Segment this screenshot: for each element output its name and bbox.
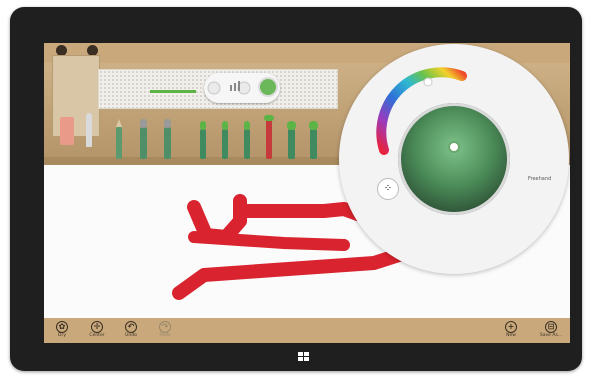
bottom-app-bar: ✿ Dry ✛ Center ↶ Undo ↷ Redo + New ⊟ Sav… [44, 318, 570, 343]
undo-label: Undo [125, 333, 137, 338]
brush-size-slider-track[interactable] [150, 90, 196, 93]
saturation-brightness-picker[interactable] [398, 103, 510, 215]
undo-icon: ↶ [125, 321, 137, 333]
save-as-label: Save As... [539, 333, 563, 338]
pen-tool-1 [116, 119, 122, 159]
brush-tool-6 [287, 121, 296, 159]
palette-button[interactable]: ⁘ [377, 178, 399, 200]
color-picker-knob[interactable] [448, 141, 460, 153]
dry-icon: ✿ [56, 321, 68, 333]
brush-settings-controls [207, 77, 278, 97]
undo-button[interactable]: ↶ Undo [116, 321, 146, 343]
save-as-button[interactable]: ⊟ Save As... [533, 321, 569, 343]
brush-tool-7 [309, 121, 318, 159]
brush-tool-1 [140, 119, 147, 159]
freehand-toggle[interactable]: Freehand [528, 176, 551, 182]
new-icon: + [505, 321, 517, 333]
brush-tool-2 [164, 119, 171, 159]
brush-tool-3 [200, 121, 206, 159]
center-label: Center [89, 333, 105, 338]
pencil-tool[interactable] [86, 113, 92, 147]
redo-button[interactable]: ↷ Redo [150, 321, 180, 343]
brush-tool-5 [244, 121, 250, 159]
brush-tool-selected [264, 115, 274, 159]
dry-button[interactable]: ✿ Dry [47, 321, 77, 343]
dry-label: Dry [58, 333, 66, 338]
brush-settings-panel[interactable] [204, 73, 280, 103]
brush-tool-4 [222, 121, 228, 159]
redo-label: Redo [159, 333, 171, 338]
brush-rack [116, 115, 318, 159]
new-label: New [506, 333, 516, 338]
center-icon: ✛ [91, 321, 103, 333]
palette-icon: ⁘ [383, 183, 393, 194]
center-button[interactable]: ✛ Center [82, 321, 112, 343]
windows-logo-icon[interactable] [298, 352, 309, 362]
sponge-eraser-tool[interactable] [60, 117, 74, 145]
redo-icon: ↷ [159, 321, 171, 333]
new-button[interactable]: + New [496, 321, 526, 343]
save-icon: ⊟ [545, 321, 557, 333]
